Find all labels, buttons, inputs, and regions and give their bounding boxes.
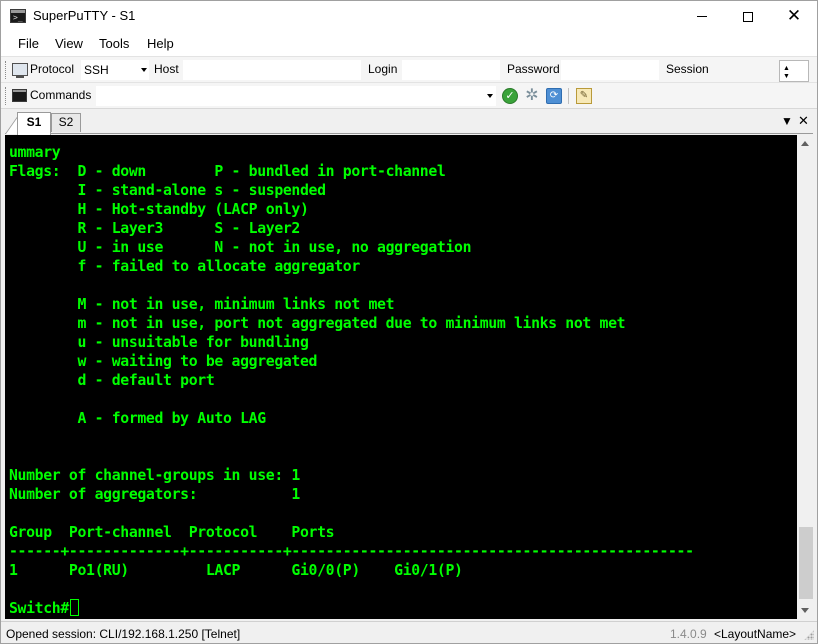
- chevron-down-icon: [141, 68, 147, 72]
- menu-view[interactable]: View: [55, 36, 83, 51]
- version-label: 1.4.0.9: [670, 627, 707, 641]
- tab-strip: S1 S2 ▼ ✕: [1, 108, 817, 135]
- session-select[interactable]: ▲ ▼: [779, 60, 809, 82]
- minimize-button[interactable]: [679, 1, 725, 32]
- layout-name[interactable]: <LayoutName>: [714, 627, 796, 641]
- tab-list-button[interactable]: ▼: [781, 114, 793, 128]
- terminal-line: d - default port: [9, 372, 215, 389]
- terminal-prompt: Switch#: [9, 600, 69, 617]
- terminal-line: 1 Po1(RU) LACP Gi0/0(P) Gi0/1(P): [9, 562, 463, 579]
- terminal-line: I - stand-alone s - suspended: [9, 182, 326, 199]
- terminal-scrollbar[interactable]: [797, 135, 815, 619]
- protocol-select[interactable]: SSH: [81, 60, 149, 80]
- terminal-app-icon: >_: [10, 9, 26, 23]
- commands-input[interactable]: [96, 86, 496, 106]
- checkmark-icon: ✓: [505, 90, 515, 102]
- minimize-icon: [697, 16, 707, 17]
- toolbar-grip[interactable]: [5, 87, 8, 105]
- host-label: Host: [154, 62, 179, 76]
- menu-tools[interactable]: Tools: [99, 36, 129, 51]
- chevron-up-icon: ▲: [783, 65, 790, 72]
- terminal-line: f - failed to allocate aggregator: [9, 258, 360, 275]
- terminal-line: Flags: D - down P - bundled in port-chan…: [9, 163, 446, 180]
- menu-help[interactable]: Help: [147, 36, 174, 51]
- terminal-line: ummary: [9, 144, 61, 161]
- connection-toolbar: Protocol SSH Host Login Password Session…: [1, 56, 817, 82]
- terminal-line: A - formed by Auto LAG: [9, 410, 266, 427]
- edit-button[interactable]: ✎: [576, 88, 592, 104]
- chevron-down-icon: [487, 94, 493, 98]
- terminal-view[interactable]: ummary Flags: D - down P - bundled in por…: [5, 135, 797, 619]
- close-icon: ✕: [786, 6, 802, 26]
- terminal-output: ummary Flags: D - down P - bundled in por…: [9, 143, 694, 618]
- close-icon: ✕: [798, 113, 809, 128]
- title-bar[interactable]: >_ SuperPuTTY - S1 ✕: [1, 1, 817, 32]
- resize-grip[interactable]: [804, 630, 814, 640]
- menu-file[interactable]: File: [18, 36, 39, 51]
- toolbar-separator: [568, 88, 569, 104]
- toolbar-grip[interactable]: [5, 61, 8, 79]
- terminal-line: u - unsuitable for bundling: [9, 334, 309, 351]
- commands-toolbar: Commands ✓ ✲ ⟳ ✎: [1, 82, 817, 108]
- password-input[interactable]: [561, 60, 659, 80]
- terminal-line: m - not in use, port not aggregated due …: [9, 315, 626, 332]
- gear-icon: ✲: [525, 87, 539, 104]
- close-button[interactable]: ✕: [771, 1, 817, 32]
- settings-button[interactable]: ✲: [524, 88, 540, 104]
- status-bar: Opened session: CLI/192.168.1.250 [Telne…: [1, 621, 817, 643]
- protocol-value: SSH: [84, 63, 109, 77]
- scroll-down-icon[interactable]: [801, 608, 809, 613]
- console-icon: [12, 89, 27, 102]
- close-tab-button[interactable]: ✕: [798, 114, 809, 128]
- commands-label: Commands: [30, 88, 92, 102]
- terminal-line: ------+-------------+-----------+-------…: [9, 543, 694, 560]
- caret-down-icon: ▼: [781, 114, 793, 128]
- refresh-icon: ⟳: [549, 90, 559, 101]
- terminal-line: Number of aggregators: 1: [9, 486, 300, 503]
- maximize-icon: [743, 11, 753, 22]
- terminal-cursor: [69, 599, 79, 616]
- pencil-icon: ✎: [579, 90, 589, 101]
- terminal-line: H - Hot-standby (LACP only): [9, 201, 309, 218]
- tab-baseline: [5, 133, 813, 134]
- scroll-up-icon[interactable]: [801, 141, 809, 146]
- terminal-line: w - waiting to be aggregated: [9, 353, 318, 370]
- terminal-line: Group Port-channel Protocol Ports: [9, 524, 335, 541]
- scrollbar-thumb[interactable]: [799, 527, 813, 599]
- terminal-line: M - not in use, minimum links not met: [9, 296, 395, 313]
- superputty-window: >_ SuperPuTTY - S1 ✕ File View Tools Hel…: [0, 0, 818, 644]
- host-input[interactable]: [183, 60, 361, 80]
- sync-button[interactable]: ⟳: [546, 88, 562, 104]
- session-label: Session: [666, 62, 709, 76]
- tab-s1[interactable]: S1: [17, 112, 51, 135]
- terminal-line: R - Layer3 S - Layer2: [9, 220, 300, 237]
- session-status: Opened session: CLI/192.168.1.250 [Telne…: [6, 627, 241, 641]
- window-title: SuperPuTTY - S1: [33, 8, 136, 23]
- terminal-line: Number of channel-groups in use: 1: [9, 467, 300, 484]
- login-input[interactable]: [402, 60, 500, 80]
- network-icon: [12, 63, 28, 78]
- protocol-label: Protocol: [30, 62, 75, 76]
- terminal-prompt-line[interactable]: Switch#: [9, 599, 694, 618]
- password-label: Password: [507, 62, 560, 76]
- maximize-button[interactable]: [725, 1, 771, 32]
- chevron-down-icon: ▼: [783, 73, 790, 80]
- login-label: Login: [368, 62, 398, 76]
- terminal-line: U - in use N - not in use, no aggregatio…: [9, 239, 472, 256]
- send-command-button[interactable]: ✓: [502, 88, 518, 104]
- tab-s2[interactable]: S2: [51, 113, 81, 132]
- menu-bar: File View Tools Help: [1, 32, 817, 56]
